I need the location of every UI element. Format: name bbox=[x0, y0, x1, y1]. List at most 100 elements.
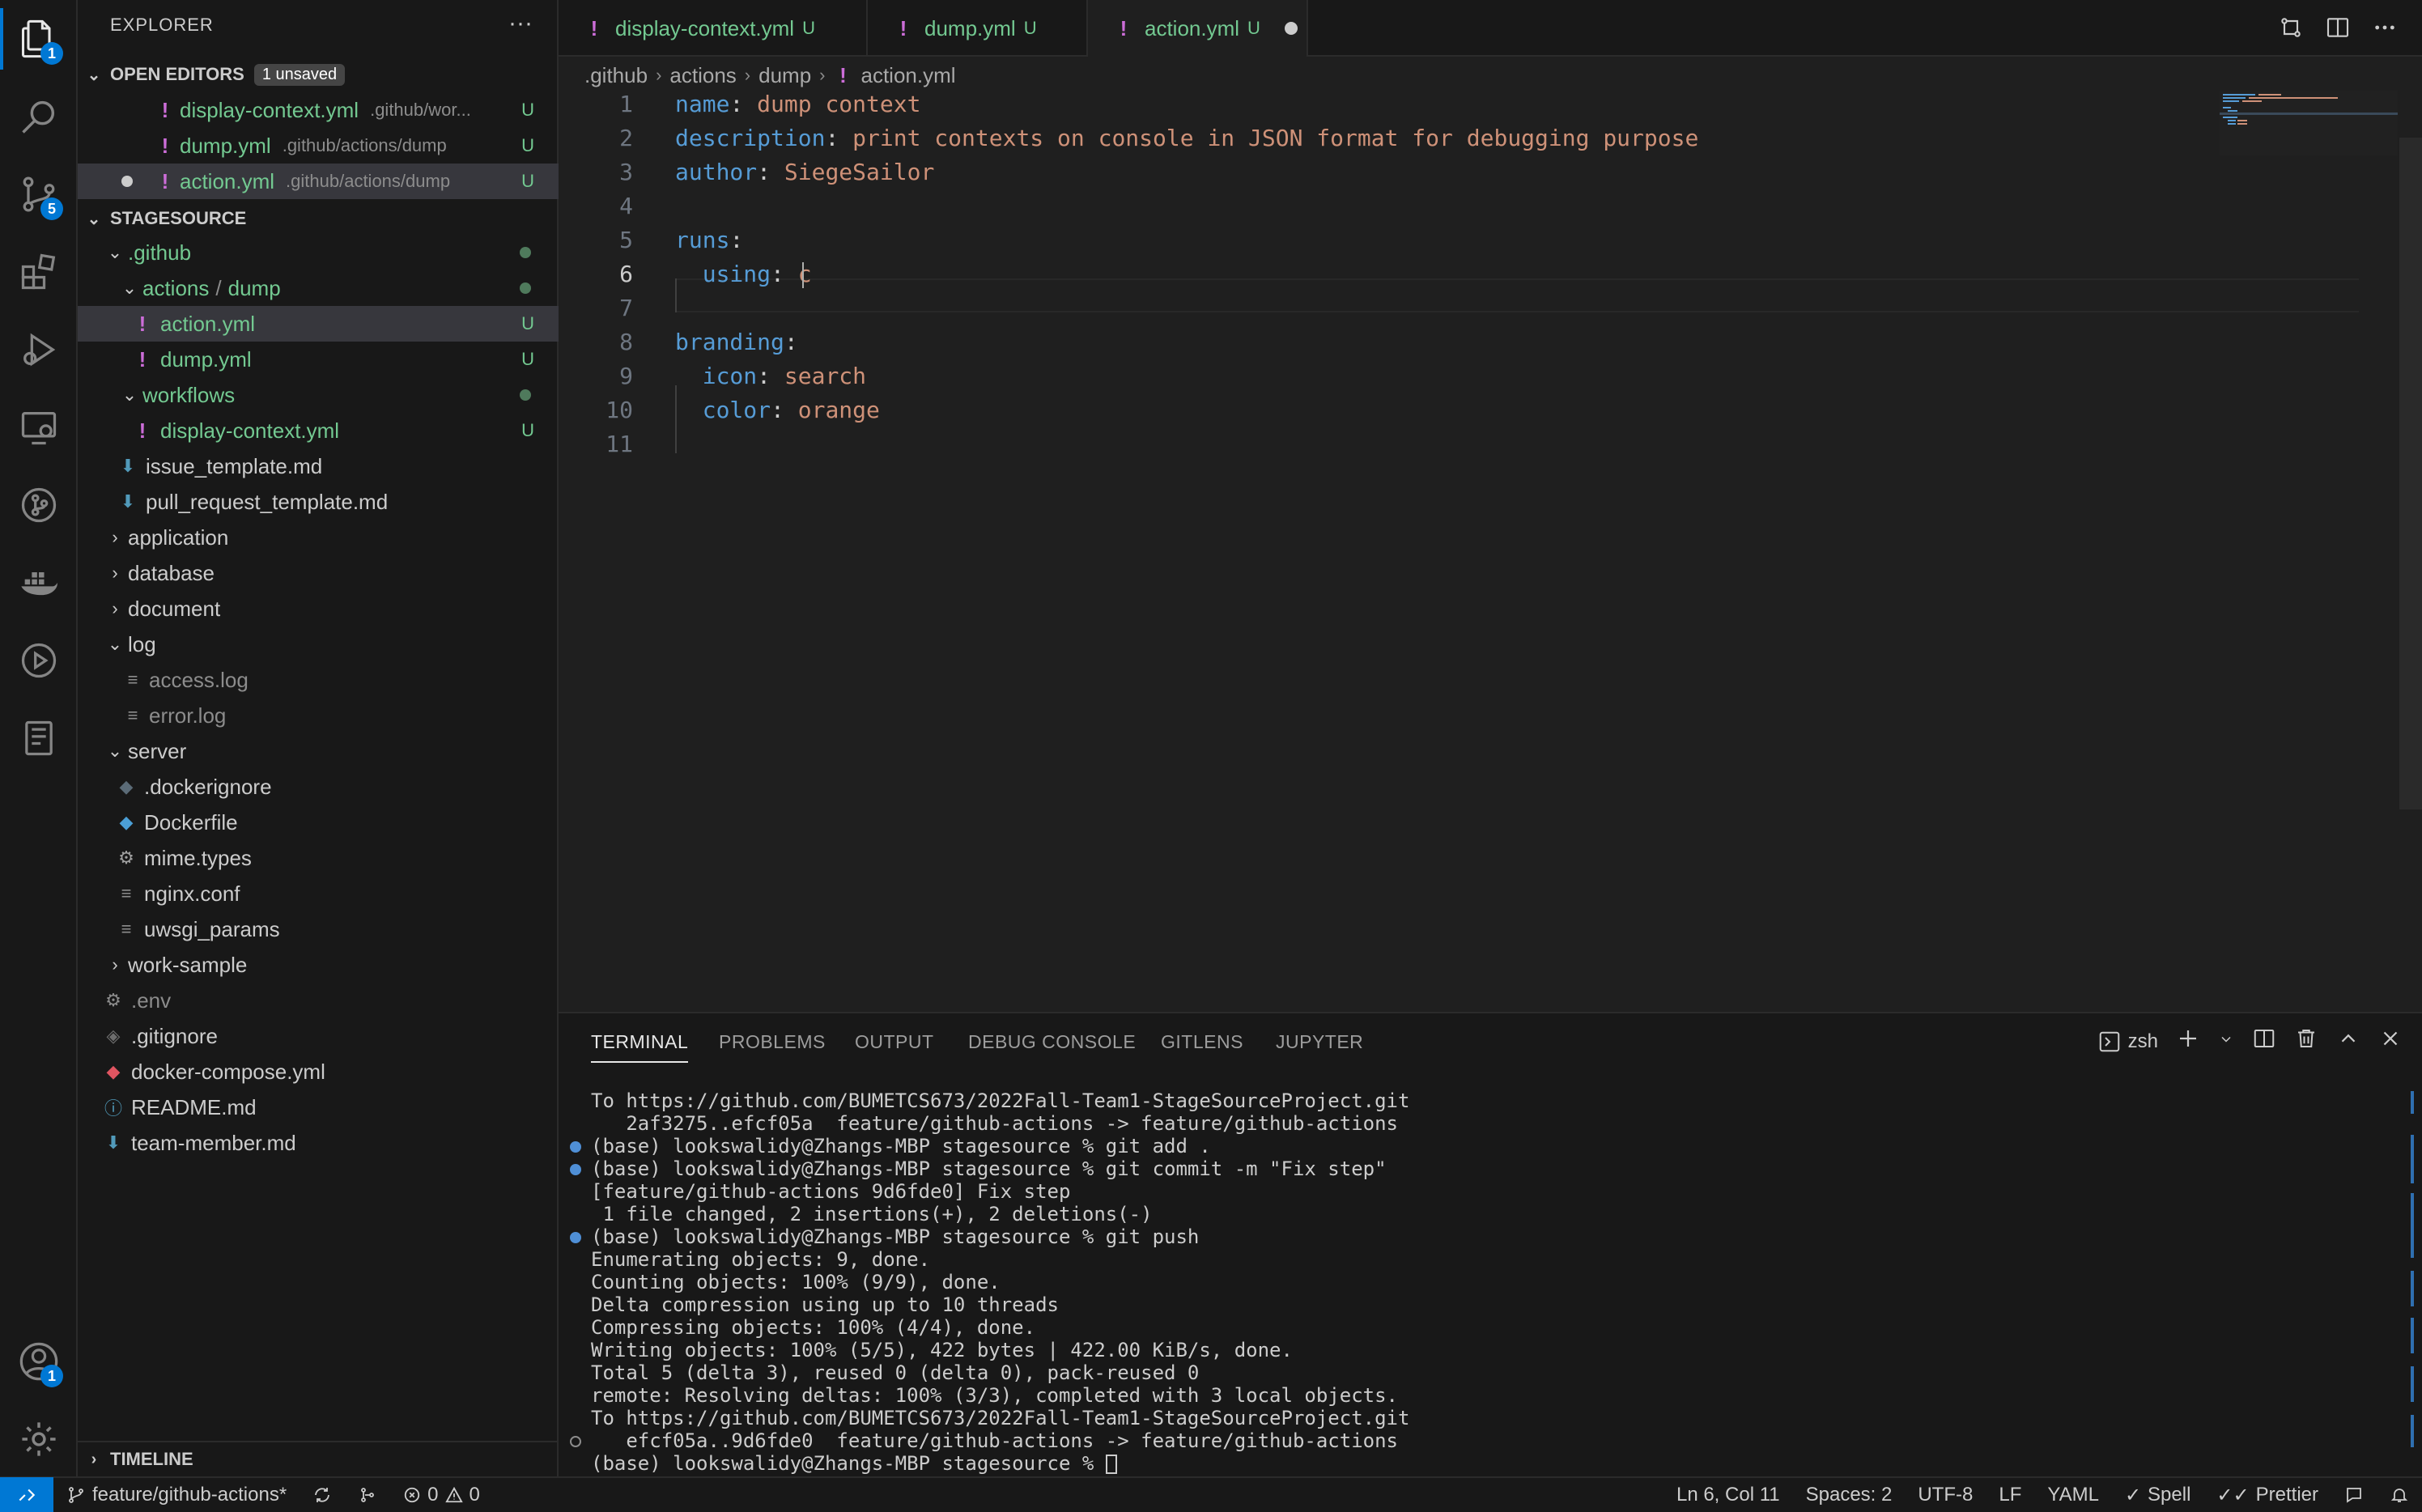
open-editor-item[interactable]: ! dump.yml .github/actions/dump U bbox=[78, 128, 559, 164]
tree-file[interactable]: ! dump.yml U bbox=[78, 342, 559, 377]
breadcrumb-item[interactable]: action.yml bbox=[861, 63, 956, 88]
tree-file[interactable]: ⬇ team-member.md bbox=[78, 1125, 559, 1161]
sync-icon[interactable] bbox=[300, 1485, 345, 1505]
tree-file[interactable]: ! display-context.yml U bbox=[78, 413, 559, 448]
language-mode[interactable]: YAML bbox=[2034, 1484, 2112, 1506]
command-status-dot[interactable] bbox=[570, 1232, 581, 1243]
workspace-header[interactable]: ⌄ STAGESOURCE bbox=[78, 201, 559, 236]
terminal-output[interactable]: To https://github.com/BUMETCS673/2022Fal… bbox=[591, 1089, 1409, 1475]
more-actions-icon[interactable] bbox=[2372, 15, 2398, 46]
tree-file[interactable]: ◈ .gitignore bbox=[78, 1018, 559, 1054]
bell-icon[interactable] bbox=[2377, 1485, 2422, 1505]
minimap[interactable] bbox=[2220, 91, 2398, 188]
tree-file[interactable]: ◆ Dockerfile bbox=[78, 805, 559, 840]
cursor-position[interactable]: Ln 6, Col 11 bbox=[1664, 1484, 1793, 1506]
spell-status[interactable]: ✓ Spell bbox=[2112, 1484, 2203, 1507]
tree-file[interactable]: ◆ .dockerignore bbox=[78, 769, 559, 805]
notebook-icon[interactable] bbox=[0, 699, 78, 777]
command-status-dot[interactable] bbox=[570, 1164, 581, 1175]
tree-file[interactable]: ≡ nginx.conf bbox=[78, 876, 559, 911]
open-changes-icon[interactable] bbox=[2278, 15, 2304, 46]
breadcrumb-item[interactable]: .github bbox=[584, 63, 648, 88]
tree-file[interactable]: ≡ uwsgi_params bbox=[78, 911, 559, 947]
tab-display-context[interactable]: ! display-context.yml U bbox=[559, 0, 868, 57]
breadcrumb-item[interactable]: dump bbox=[758, 63, 811, 88]
tree-folder[interactable]: ⌄ actions / dump bbox=[78, 270, 559, 306]
split-terminal-icon[interactable] bbox=[2252, 1026, 2276, 1056]
tree-file[interactable]: ⚙ .env bbox=[78, 983, 559, 1018]
command-status-dot[interactable] bbox=[570, 1436, 581, 1447]
tree-folder[interactable]: › database bbox=[78, 555, 559, 591]
close-icon[interactable] bbox=[2378, 1026, 2403, 1056]
tab-jupyter[interactable]: JUPYTER bbox=[1276, 1031, 1363, 1053]
open-editor-item[interactable]: ! display-context.yml .github/wor... U bbox=[78, 92, 559, 128]
remote-indicator[interactable] bbox=[0, 1477, 53, 1512]
tree-file[interactable]: ⓘ README.md bbox=[78, 1089, 559, 1125]
more-actions-icon[interactable]: ··· bbox=[508, 10, 533, 37]
tree-file-active[interactable]: ! action.yml U bbox=[78, 306, 559, 342]
chevron-right-icon: › bbox=[112, 527, 118, 547]
encoding[interactable]: UTF-8 bbox=[1905, 1484, 1986, 1506]
tree-file[interactable]: ◆ docker-compose.yml bbox=[78, 1054, 559, 1089]
end-of-line[interactable]: LF bbox=[1986, 1484, 2034, 1506]
search-icon[interactable] bbox=[0, 78, 78, 155]
yaml-file-icon: ! bbox=[138, 311, 147, 336]
command-status-dot[interactable] bbox=[570, 1141, 581, 1153]
tree-folder[interactable]: ⌄ .github bbox=[78, 235, 559, 270]
tab-action[interactable]: ! action.yml U bbox=[1088, 0, 1308, 57]
source-control-icon[interactable]: 5 bbox=[0, 155, 78, 233]
maximize-panel-icon[interactable] bbox=[2336, 1026, 2360, 1056]
timeline-header[interactable]: › TIMELINE bbox=[78, 1441, 559, 1476]
feedback-icon[interactable] bbox=[2331, 1485, 2377, 1505]
tab-gitlens[interactable]: GITLENS bbox=[1161, 1031, 1243, 1053]
tree-folder[interactable]: › document bbox=[78, 591, 559, 626]
terminal-shell-selector[interactable]: zsh bbox=[2097, 1030, 2158, 1054]
problems-status[interactable]: 0 0 bbox=[390, 1484, 493, 1506]
accounts-icon[interactable]: 1 bbox=[0, 1323, 78, 1400]
unsaved-dot-icon[interactable] bbox=[1284, 22, 1298, 35]
tree-folder[interactable]: ⌄ log bbox=[78, 626, 559, 662]
trash-icon[interactable] bbox=[2294, 1026, 2318, 1056]
tree-file[interactable]: ⬇ issue_template.md bbox=[78, 448, 559, 484]
remote-explorer-icon[interactable] bbox=[0, 389, 78, 466]
tab-debug-console[interactable]: DEBUG CONSOLE bbox=[968, 1031, 1136, 1053]
run-debug-icon[interactable] bbox=[0, 311, 78, 389]
new-terminal-icon[interactable] bbox=[2176, 1026, 2200, 1056]
run-icon[interactable] bbox=[0, 622, 78, 699]
explorer-icon[interactable]: 1 bbox=[0, 0, 78, 78]
tab-dump[interactable]: ! dump.yml U bbox=[868, 0, 1088, 57]
tree-file[interactable]: ⚙ mime.types bbox=[78, 840, 559, 876]
breadcrumb-item[interactable]: actions bbox=[669, 63, 736, 88]
yaml-file-icon: ! bbox=[1120, 15, 1128, 40]
unsaved-dot-icon[interactable] bbox=[121, 176, 133, 187]
gear-icon[interactable] bbox=[0, 1400, 78, 1478]
split-editor-icon[interactable] bbox=[2325, 15, 2351, 46]
line-number: 6 bbox=[619, 261, 633, 287]
tab-problems[interactable]: PROBLEMS bbox=[719, 1031, 826, 1053]
code-line: using: c bbox=[702, 261, 812, 288]
extensions-icon[interactable] bbox=[0, 233, 78, 311]
prettier-status[interactable]: ✓✓ Prettier bbox=[2203, 1484, 2331, 1507]
gitlens-status-icon[interactable] bbox=[345, 1485, 390, 1505]
tree-folder[interactable]: › work-sample bbox=[78, 947, 559, 983]
open-editors-header[interactable]: ⌄ OPEN EDITORS 1 unsaved bbox=[78, 57, 559, 92]
tree-folder[interactable]: ⌄ server bbox=[78, 733, 559, 769]
tree-folder[interactable]: › application bbox=[78, 520, 559, 555]
line-number: 1 bbox=[619, 91, 633, 117]
open-editor-item-active[interactable]: ! action.yml .github/actions/dump U bbox=[78, 164, 559, 199]
code-editor[interactable]: 1 2 3 4 5 6 7 8 9 10 11 name: dump conte… bbox=[559, 91, 2422, 1012]
tab-output[interactable]: OUTPUT bbox=[855, 1031, 934, 1053]
gitlens-icon[interactable] bbox=[0, 466, 78, 544]
tree-file[interactable]: ≡ access.log bbox=[78, 662, 559, 698]
tree-file[interactable]: ≡ error.log bbox=[78, 698, 559, 733]
branch-status[interactable]: feature/github-actions* bbox=[53, 1484, 300, 1506]
chevron-down-icon[interactable] bbox=[2218, 1030, 2234, 1053]
tree-folder[interactable]: ⌄ workflows bbox=[78, 377, 559, 413]
scrollbar-marker bbox=[2411, 1318, 2414, 1353]
tab-terminal[interactable]: TERMINAL bbox=[591, 1031, 689, 1063]
editor-scrollbar[interactable] bbox=[2399, 138, 2422, 809]
docker-icon[interactable] bbox=[0, 544, 78, 622]
chevron-right-icon: › bbox=[91, 1450, 97, 1468]
indentation[interactable]: Spaces: 2 bbox=[1793, 1484, 1906, 1506]
tree-file[interactable]: ⬇ pull_request_template.md bbox=[78, 484, 559, 520]
